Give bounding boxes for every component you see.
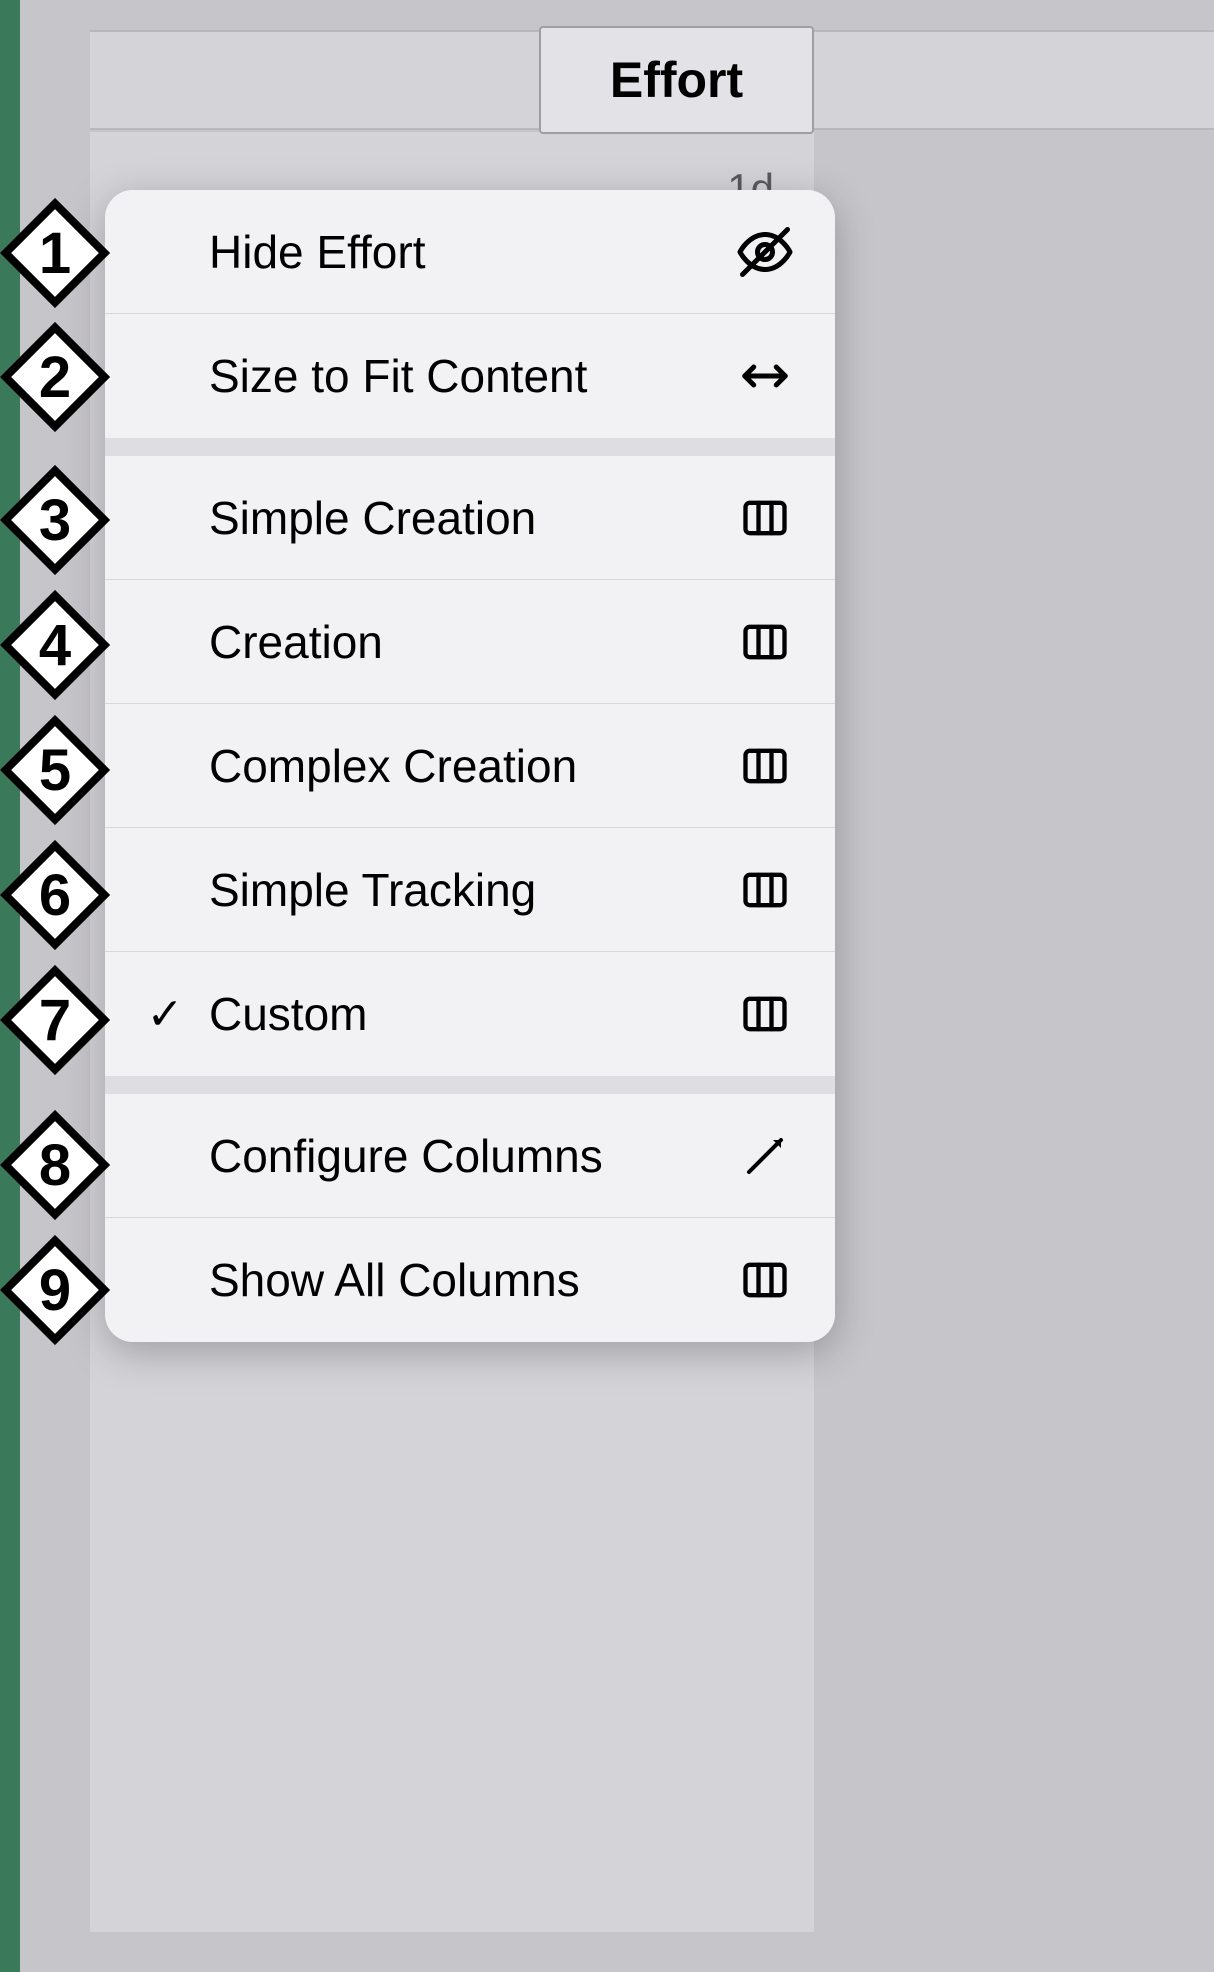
menu-item-size-to-fit[interactable]: Size to Fit Content	[105, 314, 835, 438]
menu-item-label: Configure Columns	[195, 1129, 735, 1183]
menu-item-show-all-columns[interactable]: Show All Columns	[105, 1218, 835, 1342]
menu-separator	[105, 438, 835, 456]
column-header-effort[interactable]: Effort	[539, 26, 814, 134]
columns-icon	[735, 1250, 795, 1310]
annotation-marker-6: 6	[0, 840, 110, 950]
menu-item-label: Size to Fit Content	[195, 349, 735, 403]
menu-item-label: Simple Tracking	[195, 863, 735, 917]
menu-item-label: Show All Columns	[195, 1253, 735, 1307]
columns-icon	[735, 984, 795, 1044]
resize-horizontal-icon	[735, 346, 795, 406]
menu-separator	[105, 1076, 835, 1094]
menu-item-label: Simple Creation	[195, 491, 735, 545]
menu-item-simple-tracking[interactable]: Simple Tracking	[105, 828, 835, 952]
menu-section-2: Simple Creation Creation	[105, 456, 835, 1076]
menu-item-complex-creation[interactable]: Complex Creation	[105, 704, 835, 828]
menu-section-3: Configure Columns Show All Columns	[105, 1094, 835, 1342]
annotation-marker-2: 2	[0, 322, 110, 432]
pencil-icon	[735, 1126, 795, 1186]
annotation-marker-7: 7	[0, 965, 110, 1075]
menu-item-label: Complex Creation	[195, 739, 735, 793]
columns-icon	[735, 488, 795, 548]
menu-item-hide-effort[interactable]: Hide Effort	[105, 190, 835, 314]
columns-icon	[735, 736, 795, 796]
menu-item-configure-columns[interactable]: Configure Columns	[105, 1094, 835, 1218]
annotation-marker-3: 3	[0, 465, 110, 575]
eye-slash-icon	[735, 222, 795, 282]
menu-item-creation[interactable]: Creation	[105, 580, 835, 704]
annotation-marker-5: 5	[0, 715, 110, 825]
column-header-label: Effort	[610, 51, 743, 109]
annotation-marker-8: 8	[0, 1110, 110, 1220]
annotation-marker-1: 1	[0, 198, 110, 308]
annotation-marker-4: 4	[0, 590, 110, 700]
menu-item-label: Creation	[195, 615, 735, 669]
checkmark-icon: ✓	[135, 989, 195, 1040]
menu-section-1: Hide Effort Size to Fit Content	[105, 190, 835, 438]
menu-item-simple-creation[interactable]: Simple Creation	[105, 456, 835, 580]
menu-item-custom[interactable]: ✓ Custom	[105, 952, 835, 1076]
columns-icon	[735, 860, 795, 920]
columns-icon	[735, 612, 795, 672]
menu-item-label: Custom	[195, 987, 735, 1041]
annotation-marker-9: 9	[0, 1235, 110, 1345]
column-context-menu: Hide Effort Size to Fit Content	[105, 190, 835, 1342]
menu-item-label: Hide Effort	[195, 225, 735, 279]
